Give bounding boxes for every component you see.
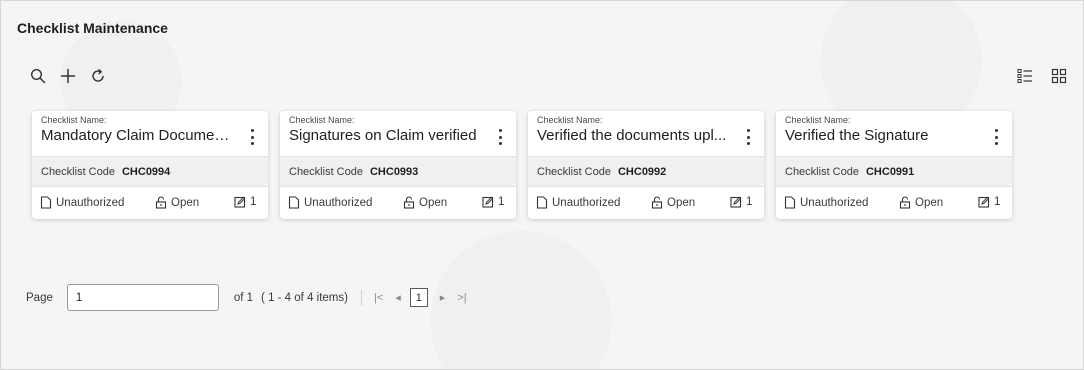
checklist-card[interactable]: Checklist Name: Verified the documents u… xyxy=(528,111,764,219)
checklist-name: Signatures on Claim verified xyxy=(289,127,477,144)
checklist-name-label: Checklist Name: xyxy=(785,115,851,125)
checklist-code-label: Checklist Code xyxy=(537,165,611,178)
unlock-icon xyxy=(403,196,415,209)
kebab-menu-button[interactable] xyxy=(742,126,754,148)
last-page-button[interactable]: >| xyxy=(457,292,466,304)
search-button[interactable] xyxy=(28,66,48,86)
pagination-divider xyxy=(360,289,362,306)
lock-status: Open xyxy=(899,196,943,209)
checklist-code-row: Checklist Code CHC0993 xyxy=(280,156,516,187)
card-header: Checklist Name: Signatures on Claim veri… xyxy=(280,111,516,156)
current-page-button[interactable]: 1 xyxy=(409,288,428,307)
checklist-name: Verified the Signature xyxy=(785,127,929,144)
authorization-status: Unauthorized xyxy=(40,196,124,209)
edit-icon xyxy=(730,196,742,208)
unlock-icon xyxy=(155,196,167,209)
card-header: Checklist Name: Verified the documents u… xyxy=(528,111,764,156)
grid-view-button[interactable] xyxy=(1049,66,1069,86)
checklist-name: Mandatory Claim Documen... xyxy=(41,127,233,144)
card-footer: Unauthorized Open 1 xyxy=(32,187,268,219)
unlock-icon xyxy=(899,196,911,209)
checklist-cards: Checklist Name: Mandatory Claim Documen.… xyxy=(32,111,1012,219)
items-range: ( 1 - 4 of 4 items) xyxy=(261,291,348,304)
toolbar xyxy=(28,66,108,86)
page-total: of 1 xyxy=(233,291,254,304)
previous-page-button[interactable]: ◂ xyxy=(395,291,401,304)
kebab-menu-button[interactable] xyxy=(246,126,258,148)
checklist-code-value: CHC0993 xyxy=(369,165,419,178)
view-toggle xyxy=(1015,66,1069,86)
edit-count: 1 xyxy=(730,196,752,208)
checklist-card[interactable]: Checklist Name: Verified the Signature C… xyxy=(776,111,1012,219)
card-header: Checklist Name: Verified the Signature xyxy=(776,111,1012,156)
card-footer: Unauthorized Open 1 xyxy=(528,187,764,219)
lock-status: Open xyxy=(155,196,199,209)
document-icon xyxy=(784,196,796,209)
page-number-input[interactable] xyxy=(66,284,219,311)
pagination: Page of 1 ( 1 - 4 of 4 items) |< ◂ 1 ▸ >… xyxy=(26,284,467,311)
checklist-code-label: Checklist Code xyxy=(41,165,115,178)
page-title: Checklist Maintenance xyxy=(17,20,168,36)
card-footer: Unauthorized Open 1 xyxy=(776,187,1012,219)
kebab-menu-button[interactable] xyxy=(494,126,506,148)
checklist-card[interactable]: Checklist Name: Signatures on Claim veri… xyxy=(280,111,516,219)
checklist-code-value: CHC0994 xyxy=(121,165,171,178)
refresh-icon xyxy=(92,69,104,82)
edit-icon xyxy=(978,196,990,208)
edit-count: 1 xyxy=(482,196,504,208)
checklist-card[interactable]: Checklist Name: Mandatory Claim Documen.… xyxy=(32,111,268,219)
lock-status: Open xyxy=(651,196,695,209)
add-button[interactable] xyxy=(58,66,78,86)
card-header: Checklist Name: Mandatory Claim Documen.… xyxy=(32,111,268,156)
edit-icon xyxy=(234,196,246,208)
edit-count: 1 xyxy=(978,196,1000,208)
next-page-button[interactable]: ▸ xyxy=(440,291,446,304)
checklist-name: Verified the documents upl... xyxy=(537,127,727,144)
checklist-name-label: Checklist Name: xyxy=(537,115,603,125)
authorization-status: Unauthorized xyxy=(288,196,372,209)
page-label: Page xyxy=(26,291,53,304)
list-view-button[interactable] xyxy=(1015,66,1035,86)
checklist-maintenance-page: Checklist Maintenance Checklist Name: Ma… xyxy=(0,0,1084,370)
refresh-button[interactable] xyxy=(88,66,108,86)
authorization-status: Unauthorized xyxy=(784,196,868,209)
unlock-icon xyxy=(651,196,663,209)
lock-status: Open xyxy=(403,196,447,209)
kebab-menu-button[interactable] xyxy=(990,126,1002,148)
checklist-code-row: Checklist Code CHC0994 xyxy=(32,156,268,187)
list-view-icon xyxy=(1017,69,1032,83)
checklist-code-value: CHC0991 xyxy=(865,165,915,178)
document-icon xyxy=(288,196,300,209)
card-footer: Unauthorized Open 1 xyxy=(280,187,516,219)
edit-count: 1 xyxy=(234,196,256,208)
edit-icon xyxy=(482,196,494,208)
checklist-code-row: Checklist Code CHC0991 xyxy=(776,156,1012,187)
checklist-code-label: Checklist Code xyxy=(289,165,363,178)
authorization-status: Unauthorized xyxy=(536,196,620,209)
checklist-code-row: Checklist Code CHC0992 xyxy=(528,156,764,187)
checklist-name-label: Checklist Name: xyxy=(289,115,355,125)
checklist-code-label: Checklist Code xyxy=(785,165,859,178)
document-icon xyxy=(536,196,548,209)
document-icon xyxy=(40,196,52,209)
plus-icon xyxy=(60,68,76,84)
search-icon xyxy=(30,68,46,84)
grid-view-icon xyxy=(1051,68,1067,84)
first-page-button[interactable]: |< xyxy=(374,292,383,304)
checklist-name-label: Checklist Name: xyxy=(41,115,107,125)
checklist-code-value: CHC0992 xyxy=(617,165,667,178)
